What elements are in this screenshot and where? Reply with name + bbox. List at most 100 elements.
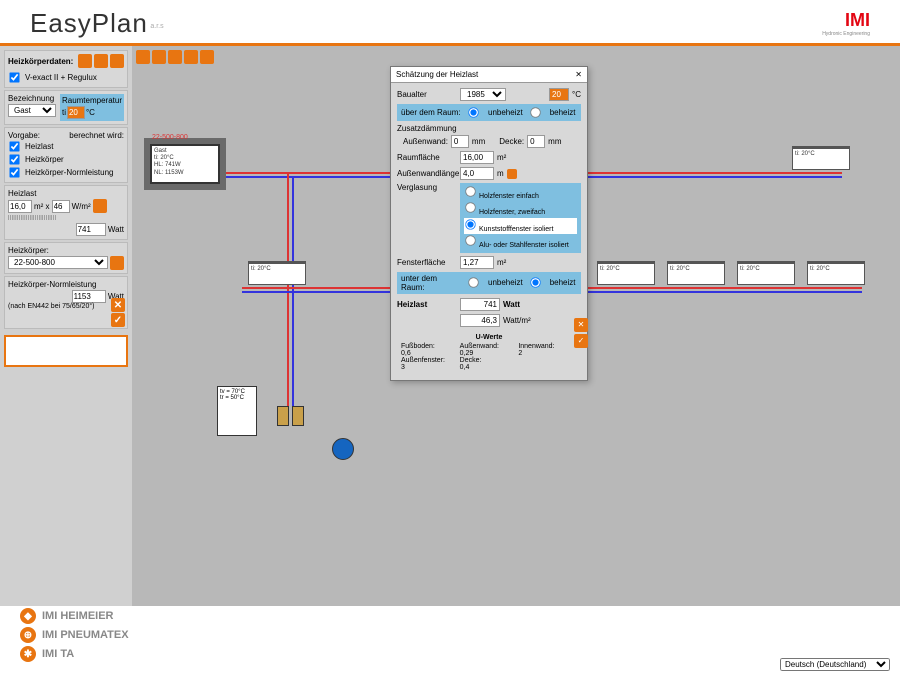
language-select[interactable]: Deutsch (Deutschland): [780, 658, 890, 671]
rs-l4: NL: 1153W: [154, 170, 216, 177]
sb-tool-2[interactable]: [94, 54, 108, 68]
cv-zoom-in-icon[interactable]: [136, 50, 150, 64]
raumtemp-input[interactable]: [67, 106, 85, 119]
decke-lbl: Decke:: [499, 137, 524, 146]
hk-select[interactable]: 22-500-800: [8, 256, 108, 269]
raumfl-lbl: Raumfläche: [397, 153, 457, 162]
fensterfl-input[interactable]: [460, 256, 494, 269]
dlg-heizlast-input: [460, 298, 500, 311]
awl-input[interactable]: [460, 167, 494, 180]
awl-tool[interactable]: [507, 169, 517, 179]
cv-zoom-out-icon[interactable]: [152, 50, 166, 64]
raumfl-input[interactable]: [460, 151, 494, 164]
hk-label: Heizkörper:: [8, 246, 124, 255]
verg2-lbl: Holzfenster, zweifach: [479, 209, 545, 216]
logo-sub: Hydronic Engineering: [822, 31, 870, 37]
baualter-lbl: Baualter: [397, 90, 457, 99]
heizlast-area-unit: m² x: [34, 202, 50, 211]
verg3[interactable]: [465, 219, 475, 229]
verg1-lbl: Holzfenster einfach: [479, 193, 539, 200]
rad-lbl: ti: 20°C: [810, 266, 830, 272]
cv-fit-icon[interactable]: [168, 50, 182, 64]
dlg-temp-input[interactable]: [549, 88, 569, 101]
cv-tool4[interactable]: [184, 50, 198, 64]
norm-label: Heizkörper-Normleistung: [8, 280, 124, 289]
heizlast-label: Heizlast: [8, 189, 124, 198]
boiler-tr: tr = 50°C: [220, 395, 254, 401]
radiator[interactable]: ti: 20°C: [667, 261, 725, 285]
rad-lbl: ti: 20°C: [795, 151, 815, 157]
cv-tool5[interactable]: [200, 50, 214, 64]
valve-2[interactable]: [292, 406, 304, 426]
bez-select[interactable]: Gast: [8, 104, 56, 117]
aussenwand-lbl: Außenwand:: [403, 137, 448, 146]
ck-norm-lbl: Heizkörper-Normleistung: [25, 168, 113, 177]
rs-l2: ti: 20°C: [154, 155, 216, 162]
hk-tool[interactable]: [110, 256, 124, 270]
norm-cancel[interactable]: ✕: [111, 298, 125, 312]
ta-icon: ✱: [20, 646, 36, 662]
heizlast-wm2[interactable]: [52, 200, 70, 213]
unter-unbeheizt[interactable]: [468, 278, 478, 288]
heizlast-wm2-unit: W/m²: [72, 202, 91, 211]
rad-lbl: ti: 20°C: [740, 266, 760, 272]
decke-input[interactable]: [527, 135, 545, 148]
pump-icon[interactable]: [332, 438, 354, 460]
unter-unbeheizt-lbl: unbeheizt: [488, 278, 523, 287]
ck-heizkoerper-lbl: Heizkörper: [25, 155, 64, 164]
radiator-selected[interactable]: 22-500-800 Gast ti: 20°C HL: 741W NL: 11…: [150, 144, 220, 184]
rad-lbl: ti: 20°C: [670, 266, 690, 272]
aussenwand-input[interactable]: [451, 135, 469, 148]
norm-input[interactable]: [72, 290, 106, 303]
rs-l3: HL: 741W: [154, 162, 216, 169]
dlg-wm2-unit: Watt/m²: [503, 316, 531, 325]
heizlast-area[interactable]: [8, 200, 32, 213]
ck-heizkoerper[interactable]: [9, 154, 19, 164]
heizlast-watt-input[interactable]: [76, 223, 106, 236]
fensterfl-lbl: Fensterfläche: [397, 258, 457, 267]
valve-label: V-exact II + Regulux: [25, 73, 97, 82]
valve-check[interactable]: [9, 72, 19, 82]
verg4-lbl: Alu- oder Stahlfenster isoliert: [479, 242, 569, 249]
uwerte-block: U-Werte Fußboden:0,6 Außenwand:0,29 Inne…: [397, 330, 581, 375]
raumtemp-unit: °C: [86, 108, 95, 117]
uwerte-hd: U-Werte: [401, 334, 577, 341]
baualter-select[interactable]: 1985: [460, 88, 506, 101]
rs-l1: Gast: [154, 148, 216, 155]
ueber-beheizt[interactable]: [530, 107, 540, 117]
ueber-beheizt-lbl: beheizt: [550, 108, 576, 117]
ck-heizlast[interactable]: [9, 141, 19, 151]
brand-footer: ◆IMI HEIMEIER ⊕IMI PNEUMATEX ✱IMI TA: [20, 605, 129, 665]
sb-tool-3[interactable]: [110, 54, 124, 68]
sb-tool-1[interactable]: [78, 54, 92, 68]
valve-1[interactable]: [277, 406, 289, 426]
dlg-cancel[interactable]: ✕: [574, 318, 588, 332]
radiator[interactable]: ti: 20°C: [248, 261, 306, 285]
verg2[interactable]: [465, 203, 475, 213]
dlg-ok[interactable]: ✓: [574, 334, 588, 348]
heizlast-tool[interactable]: [93, 199, 107, 213]
ueber-unbeheizt[interactable]: [468, 107, 478, 117]
sidebar-heading: Heizkörperdaten:: [8, 57, 73, 66]
pneumatex-lbl: IMI PNEUMATEX: [42, 629, 129, 641]
canvas[interactable]: 22-500-800 Gast ti: 20°C HL: 741W NL: 11…: [132, 46, 900, 606]
radiator[interactable]: ti: 20°C: [807, 261, 865, 285]
bez-label: Bezeichnung: [8, 94, 56, 103]
unter-beheizt[interactable]: [530, 278, 540, 288]
ck-norm[interactable]: [9, 167, 19, 177]
radiator[interactable]: ti: 20°C: [737, 261, 795, 285]
zusatz-lbl: Zusatzdämmung: [397, 124, 581, 133]
boiler[interactable]: tv = 70°C tr = 50°C: [217, 386, 257, 436]
rad-lbl: ti: 20°C: [251, 266, 271, 272]
radiator[interactable]: ti: 20°C: [597, 261, 655, 285]
radiator[interactable]: ti: 20°C: [792, 146, 850, 170]
verg1[interactable]: [465, 186, 475, 196]
raumtemp-label: Raumtemperatur: [62, 96, 122, 105]
awl-unit: m: [497, 169, 504, 178]
verg4[interactable]: [465, 236, 475, 246]
close-icon[interactable]: ✕: [575, 70, 582, 79]
app-version: a.r.s: [150, 23, 163, 30]
dlg-temp-unit: °C: [572, 90, 581, 99]
norm-ok[interactable]: ✓: [111, 313, 125, 327]
rad-lbl: ti: 20°C: [600, 266, 620, 272]
